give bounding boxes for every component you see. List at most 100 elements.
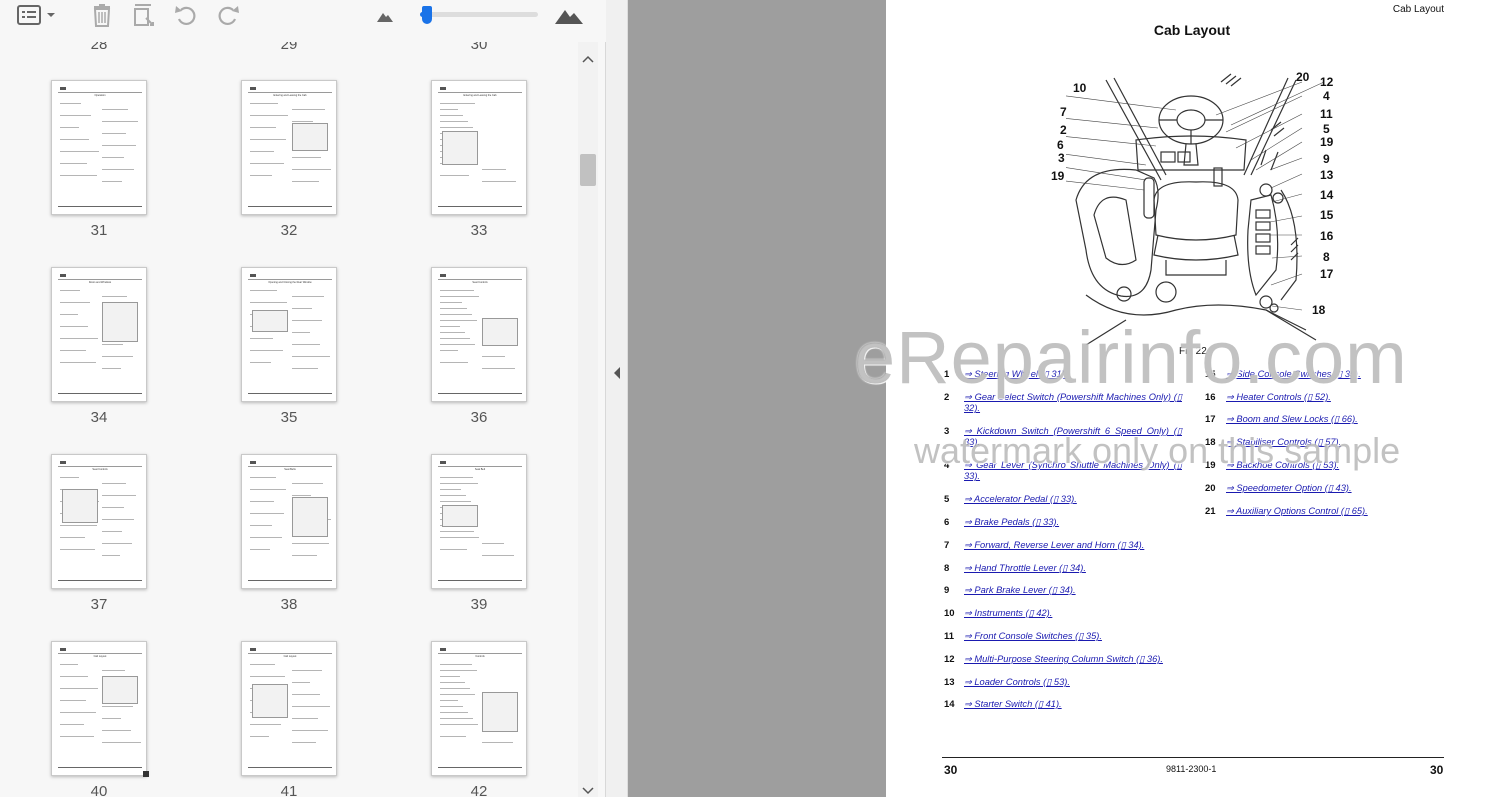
page-thumbnail[interactable]: Cab Layout [241,641,337,776]
thumbnail-text-line [250,676,285,677]
parts-list-link[interactable]: ⇒ Park Brake Lever (▯ 34). [964,585,1182,596]
extract-pages-button[interactable] [128,2,160,28]
page-number-label: 42 [470,783,488,797]
page-thumbnail[interactable]: Doors and Windows [51,267,147,402]
thumbnail-text-line [102,356,133,357]
footer-document-number: 9811-2300-1 [1166,764,1217,774]
thumbnail-logo [250,274,256,277]
footer-rule [942,757,1444,758]
thumbnail-text-line [250,477,276,478]
thumbnail-page-title: Cab Layout [93,655,107,658]
thumbnail-figure [252,684,288,718]
thumbnail-figure [252,310,288,332]
thumbnail-text-line [102,718,121,719]
thumbnail-header-rule [438,466,522,467]
zoom-out-button[interactable] [372,2,398,28]
thumbnail-text-line [60,688,98,689]
page-thumbnail[interactable]: Entering and Leaving the Cab [431,80,527,215]
zoom-in-button[interactable] [552,2,586,28]
thumbnail-text-line [482,368,515,369]
thumbnail-footer-rule [248,393,332,394]
delete-button[interactable] [86,2,118,28]
cab-layout-figure [1066,73,1325,345]
resize-handle[interactable] [143,771,149,777]
parts-list-link[interactable]: ⇒ Hand Throttle Lever (▯ 34). [964,563,1182,574]
page-thumbnail[interactable]: Opening and Closing the Rear Window [241,267,337,402]
scrollbar-thumb[interactable] [580,154,596,186]
thumbnail-text-line [60,314,78,315]
thumbnail-text-line [440,501,471,502]
page-thumbnail[interactable]: Seat Controls [51,454,147,589]
zoom-slider[interactable] [412,6,540,24]
page-thumbnail[interactable]: Controls [431,641,527,776]
thumbnail-footer-rule [58,767,142,768]
parts-list-link[interactable]: ⇒ Speedometer Option (▯ 43). [1226,483,1352,494]
sidebar-collapse-strip[interactable] [606,0,628,797]
undo-icon [175,6,196,26]
page-number-label: 33 [470,222,488,239]
collapse-sidebar-icon[interactable] [612,366,622,380]
scroll-down-icon[interactable] [582,786,594,796]
parts-list-link[interactable]: ⇒ Starter Switch (▯ 41). [964,699,1182,710]
thumbnail-text-line [102,507,124,508]
thumbnail-text-line [440,115,463,116]
thumbnail-text-line [60,724,84,725]
parts-list-link[interactable]: ⇒ Multi-Purpose Steering Column Switch (… [964,654,1182,665]
page-thumbnail[interactable]: Operation [51,80,147,215]
parts-list-link[interactable]: ⇒ Boom and Slew Locks (▯ 66). [1226,414,1358,425]
thumbnail-page-title: Operation [94,94,106,97]
thumbnail-text-line [292,109,325,110]
thumbnail-page-title: Seat Belts [284,468,296,471]
thumbnail-header-rule [58,279,142,280]
parts-list-link[interactable]: ⇒ Auxiliary Options Control (▯ 65). [1226,506,1368,517]
parts-list-link[interactable]: ⇒ Brake Pedals (▯ 33). [964,517,1182,528]
thumbnail-text-line [60,175,97,176]
thumbnail-figure [442,505,478,527]
page-thumbnail[interactable]: Cab Layout [51,641,147,776]
parts-list-link[interactable]: ⇒ Front Console Switches (▯ 35). [964,631,1182,642]
parts-list-link[interactable]: ⇒ Accelerator Pedal (▯ 33). [964,494,1182,505]
thumbnail-text-line [440,344,475,345]
thumbnail-text-line [102,368,121,369]
thumbnail-scrollbar[interactable] [578,42,598,797]
extract-pages-icon [134,4,154,26]
thumbnail-text-line [60,362,96,363]
thumbnail-text-line [292,320,322,321]
thumbnail-text-line [60,525,97,526]
parts-list-link[interactable]: ⇒ Loader Controls (▯ 53). [964,677,1182,688]
thumbnail-figure [482,692,518,732]
parts-list-number: 7 [944,540,950,551]
thumbnail-toolbar [0,0,606,42]
page-thumbnail[interactable]: Seat Belt [431,454,527,589]
redo-button[interactable] [212,2,244,28]
thumbnail-text-line [250,127,276,128]
thumbnail-view-menu-button[interactable] [12,2,58,28]
thumbnail-text-line [250,362,271,363]
thumbnail-text-line [250,302,287,303]
thumbnail-page-title: Entering and Leaving the Cab [463,94,497,97]
thumbnail-footer-rule [438,393,522,394]
thumbnail-text-line [102,133,126,134]
watermark-sub: watermark only on this sample [914,430,1401,471]
thumbnail-text-line [250,501,274,502]
thumbnail-logo [250,648,256,651]
thumbnail-grid: 28 29 30 Operation 31 Entering and Leaving… [0,42,578,797]
thumbnail-footer-rule [58,580,142,581]
parts-list-number: 8 [944,563,950,574]
thumbnail-logo [60,274,66,277]
thumbnail-text-line [250,513,284,514]
thumbnail-text-line [440,670,477,671]
page-thumbnail[interactable]: Entering and Leaving the Cab [241,80,337,215]
thumbnail-text-line [250,525,272,526]
page-thumbnail[interactable]: Seat Controls [431,267,527,402]
thumbnail-text-line [440,549,467,550]
thumbnail-text-line [440,302,462,303]
page-thumbnail[interactable]: Seat Belts [241,454,337,589]
parts-list-link[interactable]: ⇒ Instruments (▯ 42). [964,608,1182,619]
zoom-slider-handle[interactable] [422,6,432,24]
parts-list-link[interactable]: ⇒ Forward, Reverse Lever and Horn (▯ 34)… [964,540,1182,551]
parts-list-number: 17 [1205,414,1216,425]
undo-button[interactable] [170,2,202,28]
thumbnail-text-line [250,338,273,339]
scroll-up-icon[interactable] [582,54,594,64]
